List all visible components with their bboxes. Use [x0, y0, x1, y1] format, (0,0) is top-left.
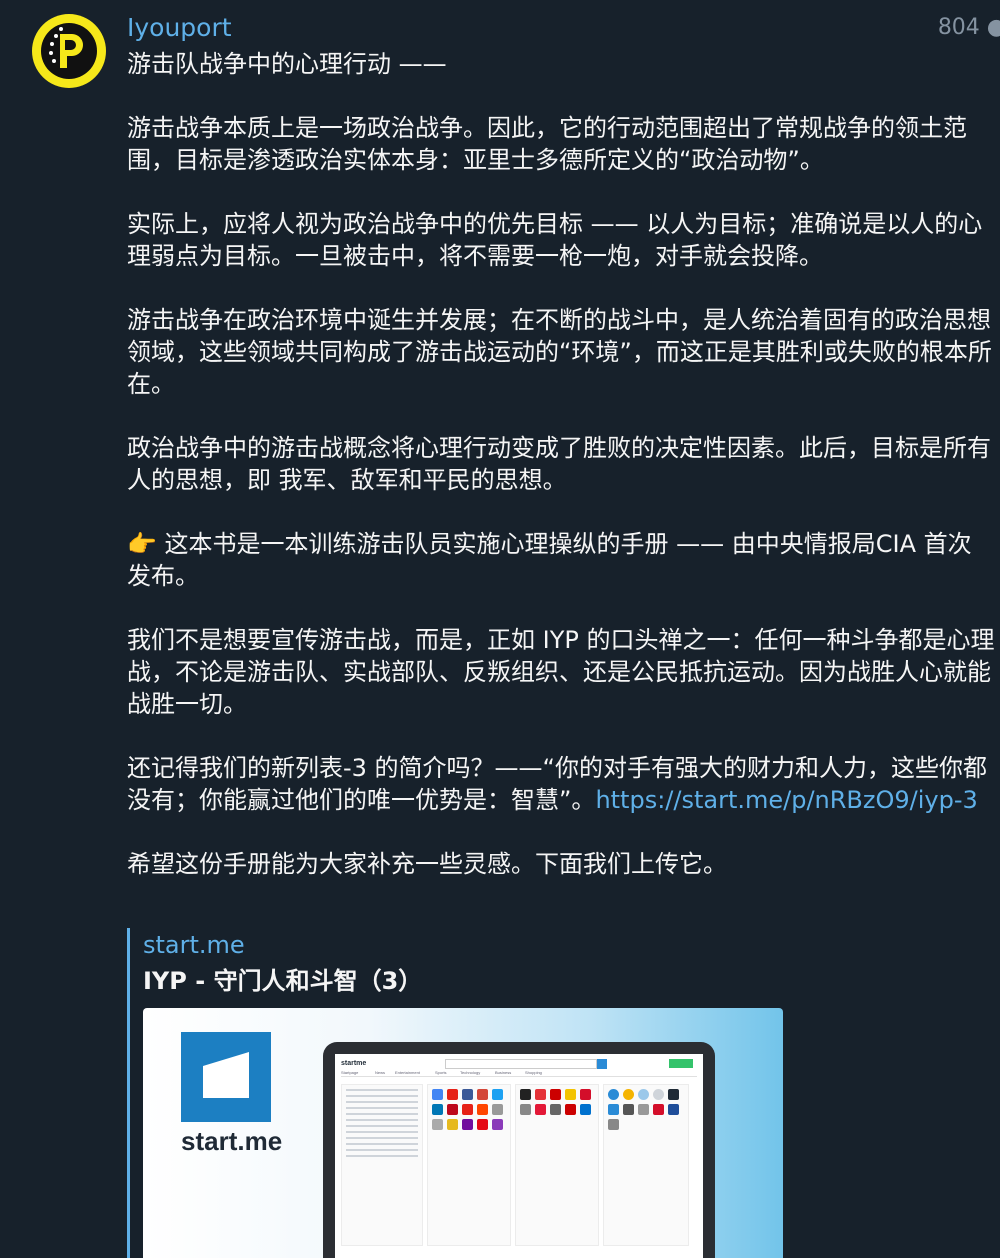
view-count: 804 ● — [937, 15, 1000, 40]
screen-search-bar — [445, 1059, 597, 1069]
message-title: 游击队战争中的心理行动 —— — [127, 50, 447, 78]
paragraph-quote: 还记得我们的新列表-3 的简介吗？——“你的对手有强大的财力和人力，这些你都没有… — [127, 752, 995, 816]
laptop-screen: startme Startpage News Entertainment Spo… — [335, 1054, 703, 1258]
message-body: 游击队战争中的心理行动 —— 游击战争本质上是一场政治战争。因此，它的行动范围超… — [127, 48, 995, 912]
screen-tab: Technology — [460, 1070, 481, 1075]
screen-weather-column — [603, 1084, 689, 1246]
channel-avatar[interactable] — [32, 14, 106, 88]
channel-name[interactable]: Iyouport — [127, 12, 232, 44]
screen-news-column — [341, 1084, 423, 1246]
start-me-link[interactable]: https://start.me/p/nRBzO9/iyp-3 — [595, 786, 977, 814]
paragraph-3: 游击战争在政治环境中诞生并发展；在不断的战斗中，是人统治着固有的政治思想领域，这… — [127, 306, 992, 398]
screen-search-button — [597, 1059, 607, 1069]
screen-popular-column — [427, 1084, 511, 1246]
preview-title: IYP - 守门人和斗智（3） — [143, 967, 423, 995]
paragraph-1: 游击战争本质上是一场政治战争。因此，它的行动范围超出了常规战争的领土范围，目标是… — [127, 114, 967, 174]
paragraph-5: 👉 这本书是一本训练游击队员实施心理操纵的手册 —— 由中央情报局CIA 首次发… — [127, 530, 972, 590]
preview-site-name: start.me — [143, 931, 245, 959]
logo-wordmark: start.me — [181, 1126, 283, 1156]
paragraph-2: 实际上，应将人视为政治战争中的优先目标 —— 以人为目标；准确说是以人的心理弱点… — [127, 210, 983, 270]
paragraph-6: 我们不是想要宣传游击战，而是，正如 IYP 的口头禅之一：任何一种斗争都是心理战… — [127, 626, 995, 718]
screen-brand: startme — [341, 1060, 367, 1067]
screen-tab: Shopping — [525, 1070, 542, 1075]
screen-tab: News — [375, 1070, 386, 1075]
preview-image[interactable]: start.me startme Startpage News Entertai… — [143, 1008, 783, 1258]
screen-tab: Entertainment — [395, 1070, 420, 1075]
closing-paragraph: 希望这份手册能为大家补充一些灵感。下面我们上传它。 — [127, 850, 727, 878]
paragraph-4: 政治战争中的游击战概念将心理行动变成了胜败的决定性因素。此后，目标是所有人的思想… — [127, 434, 991, 494]
screen-tab: Sports — [435, 1070, 447, 1075]
pirate-party-logo — [41, 23, 97, 79]
screen-tab: Business — [495, 1070, 512, 1075]
screen-shopping-column — [515, 1084, 599, 1246]
laptop-mockup: startme Startpage News Entertainment Spo… — [323, 1042, 715, 1258]
screen-add-button — [669, 1059, 693, 1068]
startme-logo-icon — [181, 1032, 271, 1122]
screen-tab: Startpage — [341, 1070, 359, 1075]
link-preview[interactable]: start.me IYP - 守门人和斗智（3） start.me startm… — [127, 928, 790, 1258]
